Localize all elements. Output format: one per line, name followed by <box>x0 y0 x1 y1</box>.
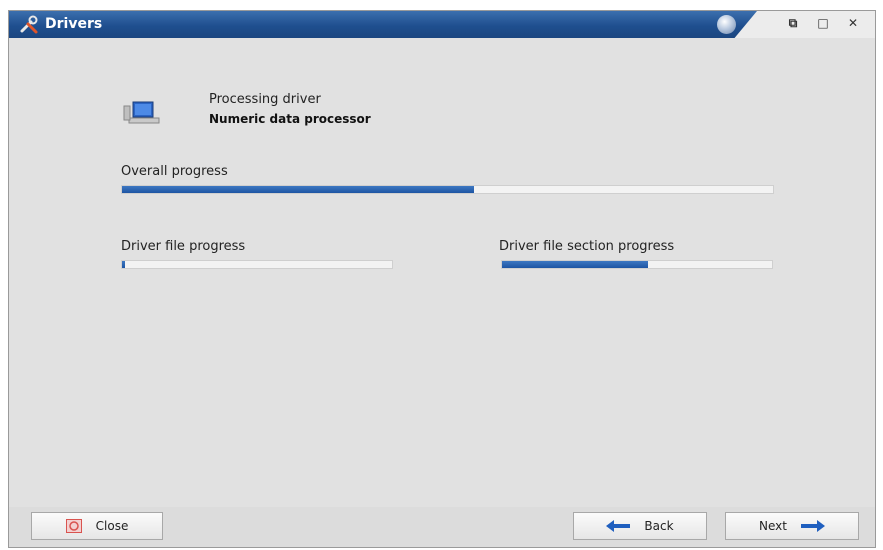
maximize-button[interactable]: □ <box>815 16 831 30</box>
drivers-window: Drivers ⧉ □ ✕ Processing driver Numeric … <box>8 10 876 548</box>
title-bar: Drivers ⧉ □ ✕ <box>9 11 875 38</box>
file-progress-fill <box>122 261 125 268</box>
wrench-screwdriver-icon <box>20 15 38 34</box>
close-button[interactable]: Close <box>31 512 163 540</box>
driver-name: Numeric data processor <box>209 112 371 126</box>
section-progress-label: Driver file section progress <box>499 239 675 254</box>
overall-progress-label: Overall progress <box>121 164 228 179</box>
restore-button[interactable]: ⧉ <box>785 16 801 31</box>
window-title: Drivers <box>45 16 103 32</box>
driver-computer-icon <box>123 101 160 124</box>
footer: Close Back Next <box>9 507 875 547</box>
arrow-right-icon <box>800 520 825 532</box>
file-progress-bar <box>121 260 393 269</box>
file-progress-label: Driver file progress <box>121 239 246 254</box>
back-button[interactable]: Back <box>573 512 707 540</box>
back-button-label: Back <box>644 519 674 533</box>
overall-progress-bar <box>121 185 774 194</box>
next-button[interactable]: Next <box>725 512 859 540</box>
overall-progress-fill <box>122 186 474 193</box>
close-icon <box>65 519 82 533</box>
section-progress-fill <box>502 261 648 268</box>
globe-icon[interactable] <box>717 15 736 34</box>
next-button-label: Next <box>759 519 787 533</box>
title-bar-background <box>9 11 757 38</box>
close-window-button[interactable]: ✕ <box>845 16 861 30</box>
processing-label: Processing driver <box>209 92 321 107</box>
arrow-left-icon <box>606 520 631 532</box>
content-area: Processing driver Numeric data processor… <box>9 38 875 508</box>
close-button-label: Close <box>95 519 129 533</box>
section-progress-bar <box>501 260 773 269</box>
